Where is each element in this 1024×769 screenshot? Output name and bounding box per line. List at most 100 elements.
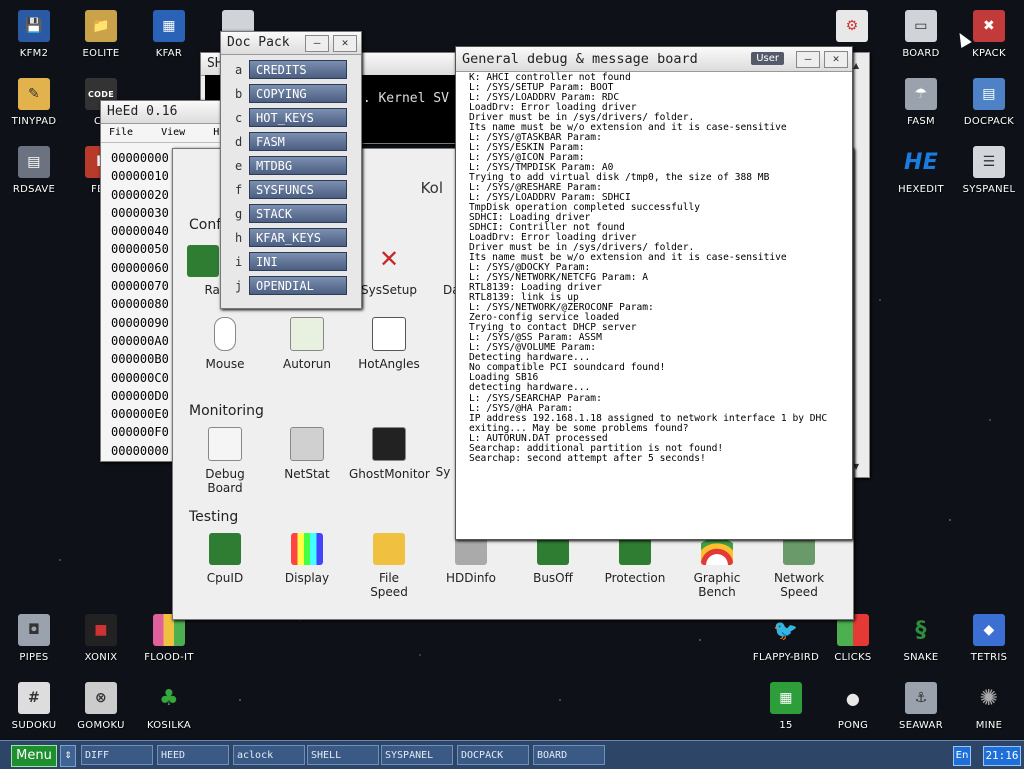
hex-row[interactable]: 00000020 bbox=[111, 186, 169, 204]
board-icon bbox=[208, 427, 242, 461]
task-syspanel[interactable]: SYSPANEL bbox=[381, 745, 453, 765]
desktop-icon-kfar[interactable]: ▦ KFAR bbox=[135, 10, 203, 59]
doc-item-fasm[interactable]: d FASM bbox=[231, 132, 359, 154]
task-docpack[interactable]: DOCPACK bbox=[457, 745, 529, 765]
desktop-icon-gears[interactable]: ⚙ bbox=[818, 10, 886, 48]
menu-help[interactable]: H bbox=[213, 127, 219, 138]
syspanel-item-autorun[interactable]: Autorun bbox=[267, 317, 347, 371]
desktop-icon-snake[interactable]: § SNAKE bbox=[887, 614, 955, 664]
desktop-icon-xonix[interactable]: ■ XONIX bbox=[67, 614, 135, 663]
task-shell[interactable]: SHELL bbox=[307, 745, 379, 765]
debug-log-line: Searchap: second attempt after 5 seconds… bbox=[469, 452, 706, 464]
doc-item-mtdbg[interactable]: e MTDBG bbox=[231, 156, 359, 178]
hex-row[interactable]: 00000040 bbox=[111, 222, 169, 240]
desktop-icon-tetris[interactable]: ◆ TETRIS bbox=[955, 614, 1023, 663]
language-indicator[interactable]: En bbox=[953, 746, 971, 766]
desktop-icon-mine[interactable]: ✺ MINE bbox=[955, 682, 1023, 732]
doc-item-opendial[interactable]: j OPENDIAL bbox=[231, 276, 359, 298]
hex-row[interactable]: 000000F0 bbox=[111, 423, 169, 441]
hex-row[interactable]: 00000030 bbox=[111, 204, 169, 222]
syspanel-item-sy[interactable]: Sy bbox=[413, 427, 453, 479]
syspanel-item-mouse[interactable]: Mouse bbox=[185, 317, 265, 371]
syspanel-item-hotangles[interactable]: HotAngles bbox=[349, 317, 429, 371]
clock[interactable]: 21:16 bbox=[983, 746, 1021, 766]
docpack-icon: ▤ bbox=[973, 78, 1005, 110]
syspanel-item-protection[interactable]: Protection bbox=[595, 533, 675, 585]
desktop-icon-board[interactable]: ▭ BOARD bbox=[887, 10, 955, 59]
syspanel-item-cpuid[interactable]: CpuID bbox=[185, 533, 265, 585]
desktop-icon-pipes[interactable]: ◘ PIPES bbox=[0, 614, 68, 663]
desktop-icon-sudoku[interactable]: # SUDOKU bbox=[0, 682, 68, 731]
syspanel-item-busoff[interactable]: BusOff bbox=[513, 533, 593, 585]
syspanel-item-file-speed[interactable]: File Speed bbox=[349, 533, 429, 599]
desktop-icon-eolite[interactable]: 📁 EOLITE bbox=[67, 10, 135, 59]
task-board[interactable]: BOARD bbox=[533, 745, 605, 765]
debug-board-titlebar[interactable]: General debug & message board User — ✕ bbox=[456, 47, 852, 72]
close-button[interactable]: ✕ bbox=[333, 35, 357, 52]
hex-row[interactable]: 00000010 bbox=[111, 167, 169, 185]
syspanel-item-debug-board[interactable]: Debug Board bbox=[185, 427, 265, 495]
desktop-icon-fasm[interactable]: ☂ FASM bbox=[887, 78, 955, 127]
hex-row[interactable]: 000000D0 bbox=[111, 387, 169, 405]
desktop-icon-kfm2[interactable]: 💾 KFM2 bbox=[0, 10, 68, 59]
mine-icon: ✺ bbox=[979, 685, 999, 711]
minimize-button[interactable]: — bbox=[796, 51, 820, 68]
minimize-button[interactable]: — bbox=[305, 35, 329, 52]
start-menu-button[interactable]: Menu bbox=[11, 745, 57, 767]
hex-row[interactable]: 00000050 bbox=[111, 240, 169, 258]
hex-row[interactable]: 00000000 bbox=[111, 442, 169, 460]
hex-row[interactable]: 00000000 bbox=[111, 149, 169, 167]
sliders-icon: ☰ bbox=[973, 146, 1005, 178]
doc-item-sysfuncs[interactable]: f SYSFUNCS bbox=[231, 180, 359, 202]
docpack-titlebar[interactable]: Doc Pack — ✕ bbox=[221, 32, 361, 55]
hex-row[interactable]: 000000C0 bbox=[111, 369, 169, 387]
doc-item-credits[interactable]: a CREDITS bbox=[231, 60, 359, 82]
rdsave-icon: ▤ bbox=[18, 146, 50, 178]
hex-row[interactable]: 000000A0 bbox=[111, 332, 169, 350]
syspanel-item-da[interactable]: Da bbox=[413, 245, 460, 297]
user-badge[interactable]: User bbox=[751, 52, 784, 65]
task-diff[interactable]: DIFF bbox=[81, 745, 153, 765]
close-button[interactable]: ✕ bbox=[824, 51, 848, 68]
hex-row[interactable]: 00000070 bbox=[111, 277, 169, 295]
desktop-icon-15[interactable]: ▦ 15 bbox=[752, 682, 820, 731]
task-aclock[interactable]: aclock bbox=[233, 745, 305, 765]
syspanel-item-network-speed[interactable]: Network Speed bbox=[759, 533, 839, 599]
debug-board-window[interactable]: General debug & message board User — ✕ K… bbox=[455, 46, 853, 540]
syspanel-item-display[interactable]: Display bbox=[267, 533, 347, 585]
doc-item-copying[interactable]: b COPYING bbox=[231, 84, 359, 106]
desktop-icon-flappy-bird[interactable]: 🐦 FLAPPY-BIRD bbox=[752, 614, 820, 663]
doc-item-hot-keys[interactable]: c HOT_KEYS bbox=[231, 108, 359, 130]
floppy-icon: 💾 bbox=[18, 10, 50, 42]
syspanel-item-graphic-bench[interactable]: Graphic Bench bbox=[677, 533, 757, 599]
docpack-window[interactable]: Doc Pack — ✕ a CREDITS b COPYING c HOT_K… bbox=[220, 31, 362, 309]
desktop-icon-syspanel[interactable]: ☰ SYSPANEL bbox=[955, 146, 1023, 195]
menu-file[interactable]: File bbox=[109, 127, 133, 138]
gomoku-icon: ⊗ bbox=[85, 682, 117, 714]
desktop-icon-pong[interactable]: ● PONG bbox=[819, 682, 887, 732]
desktop-icon-kosilka[interactable]: ♣ KOSILKA bbox=[135, 682, 203, 732]
desktop-icon-seawar[interactable]: ⚓ SEAWAR bbox=[887, 682, 955, 731]
doc-item-kfar-keys[interactable]: h KFAR_KEYS bbox=[231, 228, 359, 250]
desktop-icon-hexedit[interactable]: HE HEXEDIT bbox=[887, 146, 955, 196]
hex-row[interactable]: 00000090 bbox=[111, 314, 169, 332]
menu-view[interactable]: View bbox=[161, 127, 185, 138]
hex-row[interactable]: 00000060 bbox=[111, 259, 169, 277]
task-heed[interactable]: HEED bbox=[157, 745, 229, 765]
hex-row[interactable]: 000000E0 bbox=[111, 405, 169, 423]
doc-item-ini[interactable]: i INI bbox=[231, 252, 359, 274]
desktop-icon-clicks[interactable]: CLICKS bbox=[819, 614, 887, 663]
hex-row[interactable]: 00000080 bbox=[111, 295, 169, 313]
desktop-icon-flood-it[interactable]: FLOOD-IT bbox=[135, 614, 203, 663]
desktop-icon-tinypad[interactable]: ✎ TINYPAD bbox=[0, 78, 68, 127]
scroll-up-icon[interactable]: ▲ bbox=[853, 61, 859, 70]
doc-item-stack[interactable]: g STACK bbox=[231, 204, 359, 226]
desktop-icon-gomoku[interactable]: ⊗ GOMOKU bbox=[67, 682, 135, 731]
updown-arrows-icon[interactable]: ⇕ bbox=[60, 745, 76, 767]
syspanel-item-netstat[interactable]: NetStat bbox=[267, 427, 347, 481]
syspanel-item-hddinfo[interactable]: HDDinfo bbox=[431, 533, 511, 585]
desktop-icon-rdsave[interactable]: ▤ RDSAVE bbox=[0, 146, 68, 195]
hex-row[interactable]: 000000B0 bbox=[111, 350, 169, 368]
fasm-icon: ☂ bbox=[905, 78, 937, 110]
desktop-icon-docpack[interactable]: ▤ DOCPACK bbox=[955, 78, 1023, 127]
